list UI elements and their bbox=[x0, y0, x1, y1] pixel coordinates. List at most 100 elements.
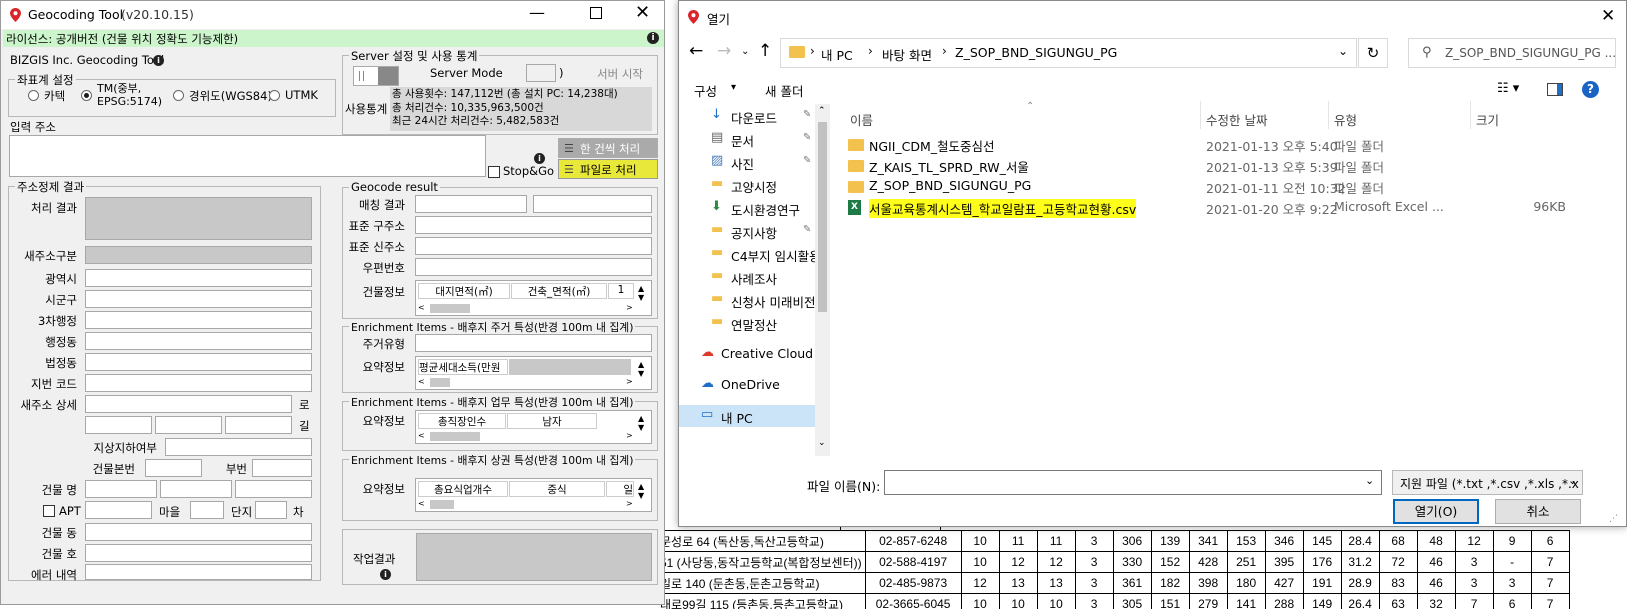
sheet-cell-addr[interactable]: 대로99길 115 (등촌동,등촌고등학교) bbox=[660, 593, 866, 609]
newdetail-field-3[interactable] bbox=[155, 416, 222, 434]
sheet-cell[interactable]: 10 bbox=[960, 593, 1000, 609]
residence-type-field[interactable] bbox=[415, 334, 652, 352]
col-date[interactable]: 수정한 날짜 bbox=[1206, 110, 1267, 129]
search-input[interactable]: Z_SOP_BND_SIGUNGU_PG ... bbox=[1445, 46, 1616, 60]
newdetail-field-4[interactable] bbox=[225, 416, 292, 434]
spin-icon[interactable]: ▲ ▼ bbox=[638, 284, 644, 302]
preview-pane-icon[interactable] bbox=[1547, 83, 1563, 96]
sheet-cell[interactable]: 153 bbox=[1226, 530, 1266, 552]
spin-icon[interactable]: ▲ ▼ bbox=[638, 360, 644, 378]
scroll-right-icon[interactable]: > bbox=[626, 303, 633, 312]
spin-icon[interactable]: ▲ ▼ bbox=[638, 414, 644, 432]
nav-item[interactable]: ☁ OneDrive bbox=[679, 374, 815, 396]
chevron-down-icon[interactable]: ⌄ bbox=[1338, 44, 1348, 58]
sheet-cell[interactable]: 361 bbox=[1112, 572, 1152, 594]
sheet-cell[interactable]: 288 bbox=[1264, 593, 1304, 609]
sheet-cell-addr[interactable]: 문성로 64 (독산동,독산고등학교) bbox=[660, 530, 866, 552]
enr3-grid[interactable]: 총요식업개수 중식 일 ▲ ▼ < > bbox=[415, 478, 652, 512]
sheet-cell-phone[interactable]: 02-485-9873 bbox=[864, 572, 962, 594]
radio-utmk[interactable] bbox=[269, 90, 280, 101]
sheet-cell[interactable]: 180 bbox=[1226, 572, 1266, 594]
sub-number-field[interactable] bbox=[252, 459, 312, 477]
sheet-cell[interactable]: - bbox=[1492, 551, 1532, 573]
sheet-cell[interactable]: 7 bbox=[1530, 551, 1570, 573]
help-icon[interactable]: ? bbox=[1582, 81, 1599, 98]
sheet-cell[interactable]: 12 bbox=[1454, 530, 1494, 552]
jibun-field[interactable] bbox=[85, 374, 312, 392]
bldname-field-1[interactable] bbox=[85, 480, 157, 498]
sheet-cell[interactable]: 32 bbox=[1416, 593, 1456, 609]
minimize-button[interactable]: — bbox=[529, 3, 545, 22]
scroll-right-icon[interactable]: > bbox=[626, 431, 633, 440]
sheet-cell[interactable]: 7 bbox=[1454, 593, 1494, 609]
sheet-cell[interactable]: 10 bbox=[960, 530, 1000, 552]
admin3-field[interactable] bbox=[85, 311, 312, 329]
sheet-cell[interactable]: 341 bbox=[1188, 530, 1228, 552]
sheet-cell[interactable]: 28.9 bbox=[1340, 572, 1380, 594]
sheet-cell[interactable]: 3 bbox=[1074, 593, 1114, 609]
sheet-cell[interactable]: 10 bbox=[960, 551, 1000, 573]
nav-scroll-thumb[interactable] bbox=[818, 122, 827, 312]
bldname-field-3[interactable] bbox=[235, 480, 312, 498]
refresh-icon[interactable]: ↻ bbox=[1358, 38, 1388, 68]
apt-checkbox[interactable] bbox=[43, 505, 55, 517]
sheet-cell[interactable]: 48 bbox=[1416, 530, 1456, 552]
sheet-cell-phone[interactable]: 02-3665-6045 bbox=[864, 593, 962, 609]
sigungu-field[interactable] bbox=[85, 290, 312, 308]
spin-icon[interactable]: ▲ ▼ bbox=[638, 482, 644, 500]
forward-arrow-icon[interactable]: → bbox=[717, 41, 731, 61]
sheet-cell[interactable]: 182 bbox=[1150, 572, 1190, 594]
sheet-cell[interactable]: 398 bbox=[1188, 572, 1228, 594]
hscroll-thumb[interactable] bbox=[430, 304, 470, 313]
nav-item[interactable]: ⬇ 도시환경연구 bbox=[679, 197, 815, 219]
info-icon[interactable]: i bbox=[153, 55, 164, 66]
scroll-left-icon[interactable]: < bbox=[418, 303, 425, 312]
sheet-cell[interactable]: 152 bbox=[1150, 551, 1190, 573]
newdetail-field[interactable] bbox=[85, 395, 292, 413]
scroll-left-icon[interactable]: < bbox=[418, 499, 425, 508]
sheet-cell-addr[interactable]: 일로 140 (둔촌동,둔촌고등학교) bbox=[660, 572, 866, 594]
sheet-cell[interactable]: 68 bbox=[1378, 530, 1418, 552]
scroll-left-icon[interactable]: < bbox=[418, 431, 425, 440]
match-field-1[interactable] bbox=[415, 195, 527, 213]
chevron-down-icon[interactable]: ⌄ bbox=[1365, 474, 1374, 487]
bld-info-grid[interactable]: 대지면적(㎡) 건축_면적(㎡) 1 ▲ ▼ < > bbox=[415, 280, 652, 316]
organize-button[interactable]: 구성 bbox=[694, 81, 717, 100]
maximize-button[interactable] bbox=[590, 7, 602, 19]
up-arrow-icon[interactable]: ↑ bbox=[758, 41, 772, 61]
single-process-button[interactable]: ☰ 한 건씩 처리 bbox=[558, 138, 658, 158]
sheet-cell[interactable]: 427 bbox=[1264, 572, 1304, 594]
std-gu-field[interactable] bbox=[415, 216, 652, 234]
nav-item[interactable]: ▤ 문서 ✎ bbox=[679, 128, 815, 150]
nav-item[interactable]: ▬ 연말정산 bbox=[679, 312, 815, 334]
sheet-cell[interactable]: 279 bbox=[1188, 593, 1228, 609]
breadcrumb-mypc[interactable]: 내 PC bbox=[821, 45, 853, 64]
sido-field[interactable] bbox=[85, 269, 312, 287]
sheet-cell[interactable]: 176 bbox=[1302, 551, 1342, 573]
scroll-left-icon[interactable]: < bbox=[418, 377, 425, 386]
bldname-field-2[interactable] bbox=[160, 480, 232, 498]
sheet-cell[interactable]: 12 bbox=[998, 551, 1038, 573]
new-folder-button[interactable]: 새 폴더 bbox=[765, 81, 803, 100]
radio-tm[interactable] bbox=[81, 90, 92, 101]
server-toggle[interactable] bbox=[353, 66, 399, 86]
sheet-cell[interactable]: 10 bbox=[998, 593, 1038, 609]
chevron-down-icon[interactable]: ▾ bbox=[731, 82, 736, 93]
file-row[interactable]: NGII_CDM_철도중심선 2021-01-13 오후 5:40 파일 폴더 bbox=[836, 134, 1596, 154]
file-row[interactable]: X 서울교육통계시스템_학교일람표_고등학교현황.csv 2021-01-20 오후… bbox=[836, 197, 1596, 218]
sheet-cell-phone[interactable]: 02-857-6248 bbox=[864, 530, 962, 552]
sheet-cell[interactable]: 13 bbox=[1036, 572, 1076, 594]
breadcrumb-desktop[interactable]: 바탕 화면 bbox=[882, 45, 932, 64]
sheet-cell[interactable]: 6 bbox=[1530, 530, 1570, 552]
apt-field[interactable] bbox=[85, 501, 152, 519]
col-name[interactable]: 이름 bbox=[850, 110, 873, 129]
nav-item[interactable]: ▬ C4부지 임시활용 bbox=[679, 243, 815, 265]
sheet-cell[interactable]: 3 bbox=[1492, 572, 1532, 594]
sheet-cell[interactable]: 3 bbox=[1454, 572, 1494, 594]
sheet-cell[interactable]: 395 bbox=[1264, 551, 1304, 573]
nav-item[interactable]: ▬ 신청사 미래비전 bbox=[679, 289, 815, 311]
sheet-cell[interactable]: 83 bbox=[1378, 572, 1418, 594]
sheet-cell[interactable]: 191 bbox=[1302, 572, 1342, 594]
sheet-cell[interactable]: 7 bbox=[1530, 593, 1570, 609]
ho-field[interactable] bbox=[85, 544, 312, 562]
